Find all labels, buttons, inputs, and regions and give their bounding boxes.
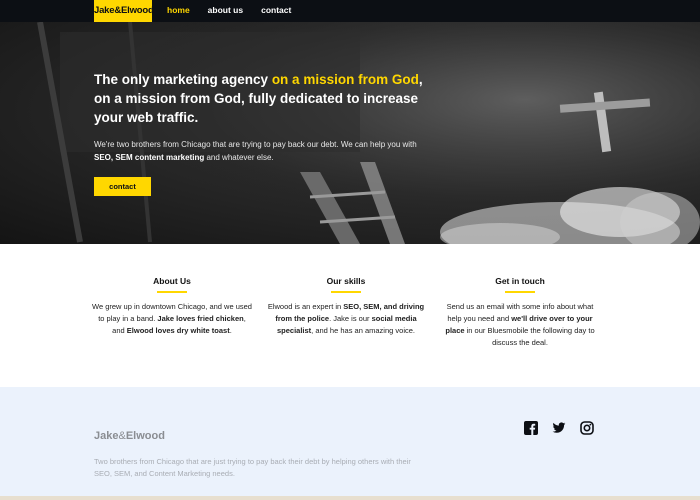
footer-logo[interactable]: Jake&Elwood (94, 430, 165, 442)
text-segment: in our Bluesmobile the following day to … (464, 326, 595, 347)
title-underline (331, 291, 361, 293)
feature-our-skills: Our skills Elwood is an expert in SEO, S… (266, 276, 426, 337)
features-section: About Us We grew up in downtown Chicago,… (0, 244, 700, 387)
nav-links: home about us contact (167, 0, 291, 22)
hero-title-part1: The only marketing agency (94, 72, 272, 87)
hero-text-part1: We're two brothers from Chicago that are… (94, 140, 417, 149)
bold-segment: Jake loves fried chicken (157, 314, 244, 323)
feature-text: We grew up in downtown Chicago, and we u… (92, 301, 252, 337)
facebook-icon[interactable] (524, 421, 538, 435)
twitter-icon[interactable] (552, 421, 566, 435)
feature-text: Elwood is an expert in SEO, SEM, and dri… (266, 301, 426, 337)
hero-title: The only marketing agency on a mission f… (94, 70, 434, 127)
text-segment: Elwood is an expert in (267, 302, 344, 311)
text-segment: . (229, 326, 232, 335)
footer-logo-amp: & (118, 430, 126, 442)
feature-title: About Us (153, 276, 191, 286)
feature-about-us: About Us We grew up in downtown Chicago,… (92, 276, 252, 337)
top-navbar: Jake&Elwood home about us contact (0, 0, 700, 22)
title-underline (505, 291, 535, 293)
title-underline (157, 291, 187, 293)
footer-description: Two brothers from Chicago that are just … (94, 457, 411, 478)
hero-title-highlight: on a mission from God (271, 72, 419, 87)
hero-section: The only marketing agency on a mission f… (0, 22, 700, 244)
nav-link-contact[interactable]: contact (261, 0, 291, 22)
feature-get-in-touch: Get in touch Send us an email with some … (440, 276, 600, 349)
instagram-icon[interactable] (580, 421, 594, 435)
nav-link-home[interactable]: home (167, 0, 190, 22)
footer-logo-part: Jake (94, 430, 119, 442)
bottom-strip (0, 496, 700, 500)
contact-button[interactable]: contact (94, 177, 151, 196)
footer: Jake&Elwood Two brothers from Chicago th… (0, 387, 700, 500)
text-segment: , and he has an amazing voice. (311, 326, 415, 335)
text-segment: . Jake is our (329, 314, 372, 323)
hero-background-image (0, 22, 700, 244)
hero-description: We're two brothers from Chicago that are… (94, 138, 434, 164)
site-logo[interactable]: Jake&Elwood (94, 0, 154, 22)
social-links (524, 421, 594, 435)
hero-text-bold: SEO, SEM content marketing (94, 153, 205, 162)
nav-link-about[interactable]: about us (208, 0, 243, 22)
bold-segment: Elwood loves dry white toast (126, 326, 230, 335)
feature-text: Send us an email with some info about wh… (440, 301, 600, 349)
footer-logo-part: Elwood (125, 430, 165, 442)
feature-title: Get in touch (495, 276, 545, 286)
hero-text-part2: and whatever else. (204, 153, 274, 162)
feature-title: Our skills (326, 276, 366, 286)
